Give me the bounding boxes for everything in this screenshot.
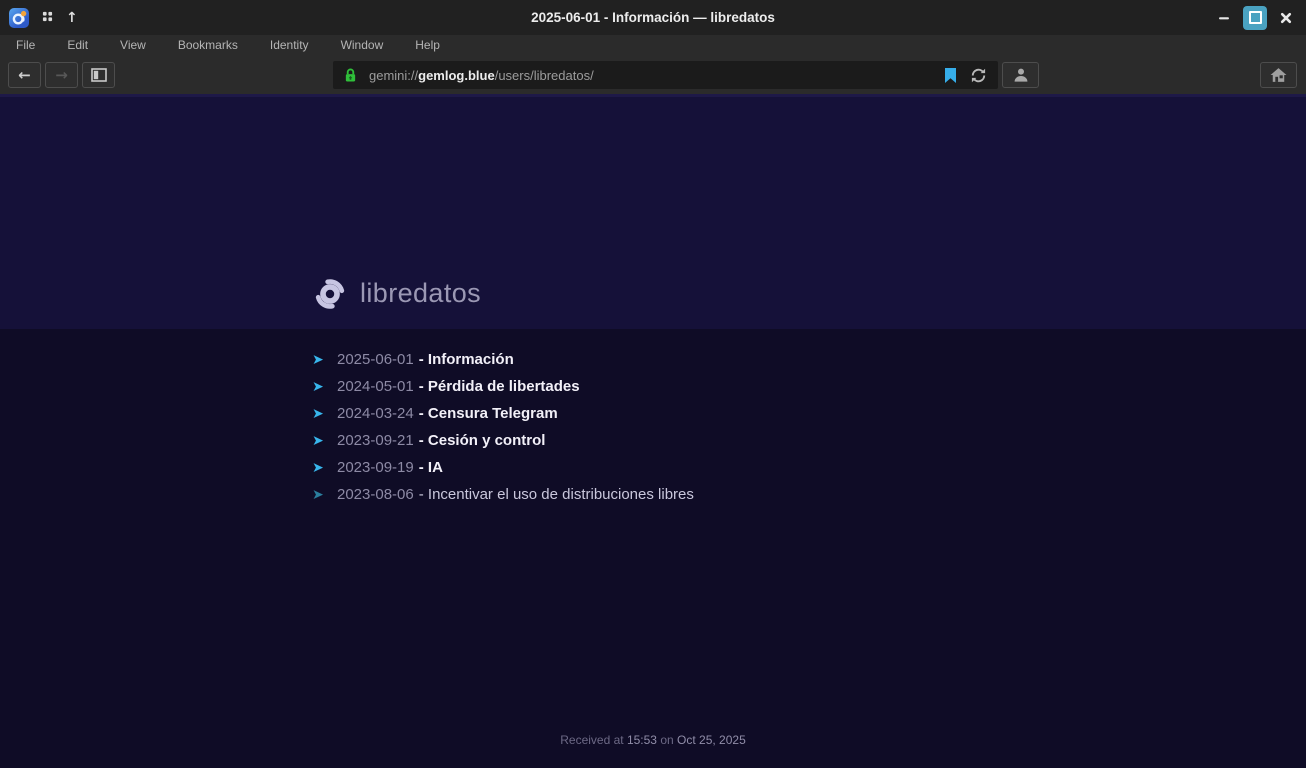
received-time: 15:53: [626, 733, 657, 747]
window-title: 2025-06-01 - Información — libredatos: [531, 10, 775, 25]
gemlog-link[interactable]: ➤ 2024-03-24 - Censura Telegram: [312, 400, 994, 427]
link-title: - Información: [418, 351, 514, 368]
home-icon: [1270, 68, 1287, 82]
forward-button[interactable]: →: [45, 62, 78, 88]
url-scheme: gemini://: [369, 67, 419, 83]
sidebar-icon: [90, 68, 107, 82]
url-path: /users/libredatos/: [494, 67, 594, 83]
site-banner: libredatos: [0, 97, 1306, 329]
menubar: File Edit View Bookmarks Identity Window…: [0, 35, 1306, 56]
url-bar[interactable]: gemini://gemlog.blue/users/libredatos/: [333, 61, 998, 89]
back-arrow-icon: ←: [18, 65, 31, 84]
link-date: 2023-09-21: [337, 432, 414, 449]
cyclone-icon: [315, 278, 345, 309]
received-label: Received at: [560, 733, 624, 747]
gemlog-link-visited[interactable]: ➤ 2023-08-06 - Incentivar el uso de dist…: [312, 481, 994, 508]
link-date: 2024-05-01: [337, 378, 414, 395]
gemlog-link[interactable]: ➤ 2024-05-01 - Pérdida de libertades: [312, 373, 994, 400]
site-title: libredatos: [360, 278, 482, 308]
link-title: - Cesión y control: [418, 432, 546, 449]
forward-arrow-icon: →: [55, 65, 68, 84]
link-date: 2024-03-24: [337, 405, 414, 422]
minimize-button[interactable]: [1212, 6, 1236, 30]
gemlog-link[interactable]: ➤ 2023-09-19 - IA: [312, 454, 994, 481]
home-button[interactable]: [1260, 62, 1297, 88]
link-date: 2023-09-19: [337, 459, 414, 476]
url-text[interactable]: gemini://gemlog.blue/users/libredatos/: [369, 68, 594, 83]
received-on-label: on: [660, 733, 674, 747]
browser-window: ↑ 2025-06-01 - Información — libredatos …: [0, 0, 1306, 768]
link-arrow-icon: ➤: [312, 351, 324, 368]
url-host: gemlog.blue: [418, 67, 495, 83]
menu-help[interactable]: Help: [399, 35, 456, 56]
titlebar: ↑ 2025-06-01 - Información — libredatos: [0, 0, 1306, 35]
back-button[interactable]: ←: [8, 62, 41, 88]
up-arrow-icon[interactable]: ↑: [66, 11, 78, 25]
link-arrow-icon: ➤: [312, 432, 324, 449]
window-grid-icon[interactable]: [42, 9, 53, 27]
link-date: 2025-06-01: [337, 351, 414, 368]
received-date: Oct 25, 2025: [677, 733, 746, 747]
person-icon: [1014, 68, 1027, 82]
menu-edit[interactable]: Edit: [51, 35, 104, 56]
link-title: - Pérdida de libertades: [418, 378, 580, 395]
bookmark-icon[interactable]: [944, 67, 957, 84]
close-button[interactable]: [1274, 6, 1298, 30]
refresh-icon[interactable]: [970, 67, 987, 84]
menu-bookmarks[interactable]: Bookmarks: [162, 35, 254, 56]
gemlog-link[interactable]: ➤ 2023-09-21 - Cesión y control: [312, 427, 994, 454]
received-timestamp: Received at 15:53 on Oct 25, 2025: [0, 733, 1306, 747]
link-arrow-icon: ➤: [312, 378, 324, 395]
link-arrow-icon: ➤: [312, 405, 324, 422]
link-arrow-icon: ➤: [312, 486, 324, 503]
link-date: 2023-08-06: [337, 486, 414, 503]
menu-view[interactable]: View: [104, 35, 162, 56]
maximize-button[interactable]: [1243, 5, 1267, 30]
navigation-toolbar: ← → gemini://gemlog.blue/users/libredato…: [0, 56, 1306, 94]
app-logo-icon: [9, 7, 29, 28]
menu-file[interactable]: File: [0, 35, 51, 56]
link-title: - Censura Telegram: [418, 405, 558, 422]
menu-window[interactable]: Window: [325, 35, 400, 56]
lock-icon: [345, 68, 356, 82]
page-content: libredatos ➤ 2025-06-01 - Información ➤ …: [0, 94, 1306, 768]
identity-button[interactable]: [1002, 62, 1039, 88]
sidebar-toggle-button[interactable]: [82, 62, 115, 88]
maximize-icon: [1248, 11, 1262, 24]
link-arrow-icon: ➤: [312, 459, 324, 476]
link-list: ➤ 2025-06-01 - Información ➤ 2024-05-01 …: [312, 329, 994, 508]
gemlog-link[interactable]: ➤ 2025-06-01 - Información: [312, 346, 994, 373]
link-title: - IA: [418, 459, 443, 476]
link-title: - Incentivar el uso de distribuciones li…: [418, 486, 694, 503]
menu-identity[interactable]: Identity: [254, 35, 325, 56]
